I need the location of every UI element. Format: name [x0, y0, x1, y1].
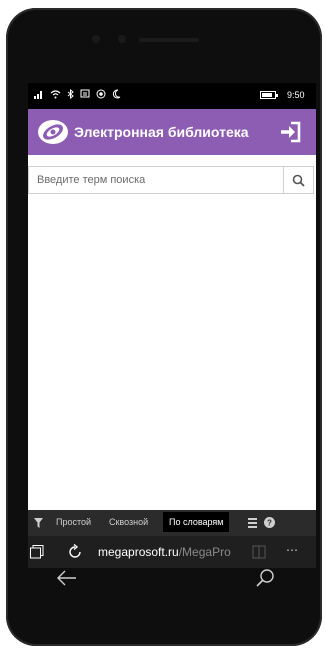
url-field[interactable]: megaprosoft.ru/MegaPro	[98, 545, 248, 559]
bluetooth-icon	[67, 89, 74, 99]
browser-address-bar: megaprosoft.ru/MegaPro ⋯	[28, 536, 316, 568]
url-path: /MegaPro	[178, 545, 231, 559]
back-arrow-icon[interactable]	[56, 568, 78, 588]
filter-icon[interactable]	[34, 518, 43, 528]
eye-logo-icon[interactable]	[36, 118, 70, 146]
app-header: Электронная библиотека	[28, 109, 316, 155]
search-mode-bar: Простой Сквозной По словарям ?	[28, 510, 316, 536]
wifi-icon	[50, 90, 61, 99]
status-bar: 9:50	[28, 83, 316, 109]
search-input[interactable]	[29, 167, 283, 193]
message-icon	[80, 89, 90, 98]
battery-icon	[260, 91, 278, 99]
camera-icon	[92, 35, 100, 43]
tabs-icon[interactable]	[30, 545, 44, 559]
more-icon[interactable]: ⋯	[286, 543, 298, 557]
url-domain: megaprosoft.ru	[98, 545, 179, 559]
signal-icon	[34, 91, 42, 99]
search-bar	[28, 166, 314, 194]
page-title: Электронная библиотека	[74, 124, 249, 140]
speaker-icon	[139, 38, 199, 42]
search-icon[interactable]	[255, 568, 275, 588]
mode-dictionaries[interactable]: По словарям	[163, 512, 230, 532]
mode-through[interactable]: Сквозной	[109, 517, 148, 527]
help-icon[interactable]: ?	[264, 517, 275, 528]
login-arrow-icon[interactable]	[278, 119, 304, 145]
moon-icon	[112, 89, 121, 99]
reading-view-icon[interactable]	[252, 545, 266, 559]
sensor-icon	[118, 35, 126, 43]
search-icon	[292, 174, 305, 187]
list-icon[interactable]	[248, 518, 257, 528]
refresh-icon[interactable]	[67, 544, 83, 560]
screen: 9:50 Электронная библиотека П	[28, 83, 316, 568]
search-button[interactable]	[283, 167, 313, 193]
svg-text:?: ?	[267, 519, 272, 528]
mode-simple[interactable]: Простой	[56, 517, 91, 527]
location-icon	[96, 89, 106, 99]
status-time: 9:50	[287, 90, 305, 100]
